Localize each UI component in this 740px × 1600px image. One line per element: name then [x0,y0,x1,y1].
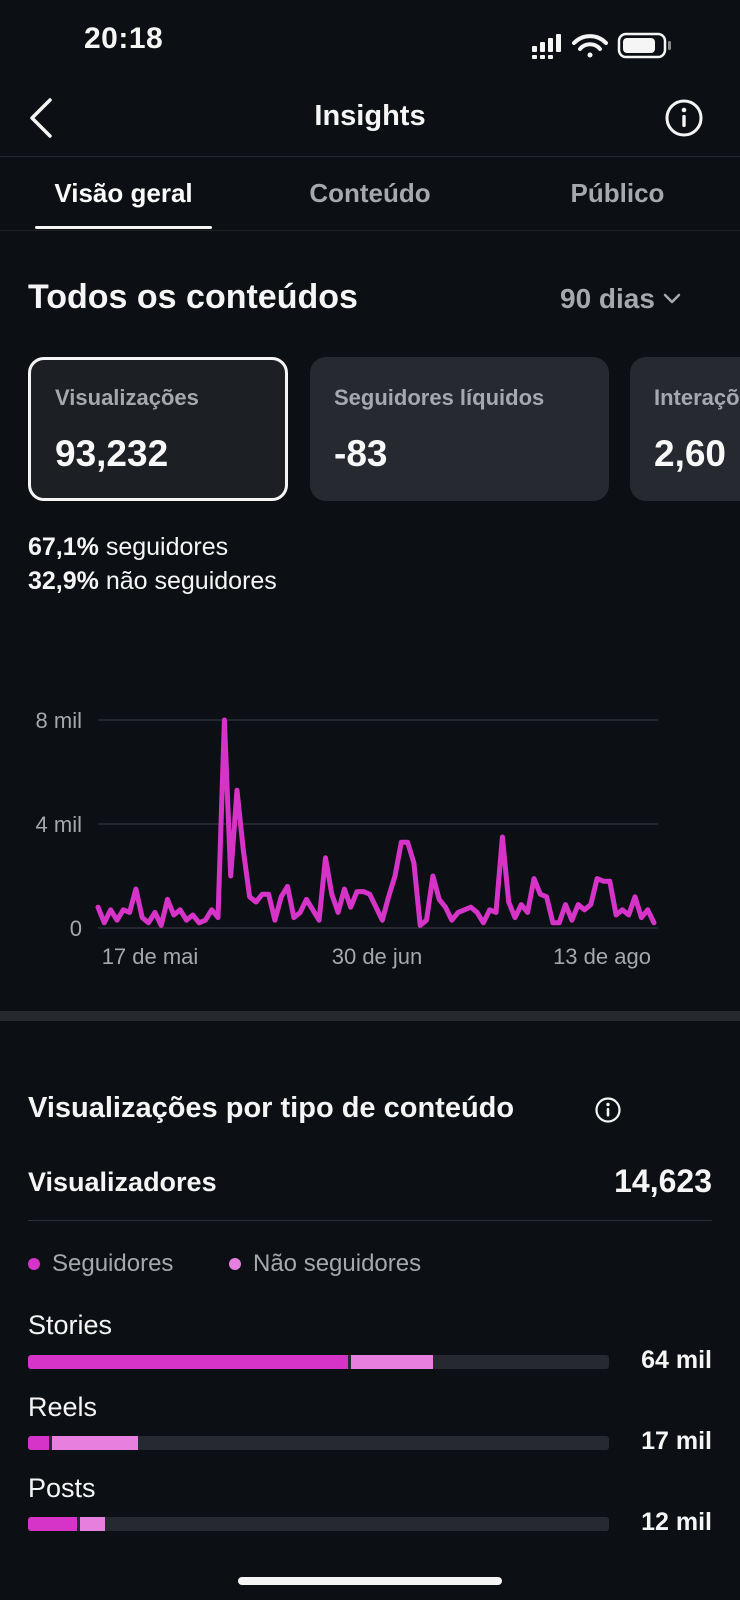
nonfollowers-share-text: não seguidores [98,567,277,595]
legend-item-followers: Seguidores [28,1250,173,1278]
metric-label: Interações [654,385,740,410]
metric-value: -83 [334,433,388,474]
followers-share-pct: 67,1% [28,533,99,561]
metric-card-interactions[interactable]: Interações 2,60 [630,357,740,501]
legend-item-nonfollowers: Não seguidores [229,1250,421,1278]
metric-card-net-followers[interactable]: Seguidores líquidos -83 [310,357,609,501]
section-title: Todos os conteúdos [28,278,358,316]
info-icon [595,1097,621,1123]
page-title: Insights [314,100,426,132]
bar-segment-nonfollowers [79,1517,106,1531]
nonfollowers-share: 32,9% não seguidores [28,567,277,596]
viewers-label: Visualizadores [28,1167,217,1197]
status-time: 20:18 [84,22,164,55]
metric-label: Seguidores líquidos [334,385,545,410]
bar-label-stories: Stories [28,1310,113,1340]
tab-content[interactable]: Conteúdo [280,178,460,209]
tabs-divider [0,230,740,231]
tab-audience[interactable]: Público [530,178,705,209]
bar-track-stories [28,1355,609,1369]
battery-icon [617,32,671,59]
views-by-type-title: Visualizações por tipo de conteúdo [28,1092,515,1124]
y-tick-label: 4 mil [36,812,82,837]
legend-label: Seguidores [52,1250,174,1277]
legend-dot [28,1258,40,1270]
views-by-type-info-button[interactable] [594,1096,622,1124]
metric-value: 2,60 [654,433,727,474]
bar-segment-nonfollowers [351,1355,434,1369]
section-separator [0,1011,740,1021]
y-tick-label: 0 [70,916,82,941]
bar-label-posts: Posts [28,1473,96,1503]
bar-segment-followers [28,1355,349,1369]
header-divider [0,156,740,157]
bar-track-posts [28,1517,609,1531]
viewers-divider [28,1220,712,1221]
x-tick-label: 30 de jun [332,944,423,969]
bar-value-reels: 17 mil [641,1427,712,1455]
home-indicator[interactable] [238,1577,502,1585]
x-tick-label: 13 de ago [553,944,651,969]
period-label: 90 dias [560,283,655,314]
x-tick-label: 17 de mai [102,944,199,969]
bar-label-reels: Reels [28,1392,98,1422]
followers-share: 67,1% seguidores [28,533,228,562]
views-line-chart[interactable]: 8 mil 4 mil 0 17 de mai 30 de jun 13 de ago [0,690,740,980]
chevron-down-icon [663,293,681,304]
metric-label: Visualizações [55,385,199,410]
cellular-signal-icon [532,34,561,59]
wifi-icon [572,34,608,58]
metric-value: 93,232 [55,433,169,474]
tab-overview[interactable]: Visão geral [35,178,212,209]
bar-segment-nonfollowers [51,1436,138,1450]
y-tick-label: 8 mil [36,708,82,733]
legend-dot [229,1258,241,1270]
active-tab-indicator [35,226,212,229]
bar-track-reels [28,1436,609,1450]
followers-share-text: seguidores [98,533,229,561]
views-series-line [95,717,657,928]
legend-label: Não seguidores [253,1250,422,1277]
bar-segment-followers [28,1517,77,1531]
metric-card-views[interactable]: Visualizações 93,232 [28,357,288,501]
status-icons [532,32,671,59]
period-dropdown[interactable]: 90 dias [560,283,681,315]
bar-value-stories: 64 mil [641,1346,712,1374]
info-icon [665,99,703,137]
info-button[interactable] [664,98,704,138]
nonfollowers-share-pct: 32,9% [28,567,99,595]
bar-segment-followers [28,1436,49,1450]
bar-value-posts: 12 mil [641,1508,712,1536]
viewers-value: 14,623 [614,1163,712,1199]
